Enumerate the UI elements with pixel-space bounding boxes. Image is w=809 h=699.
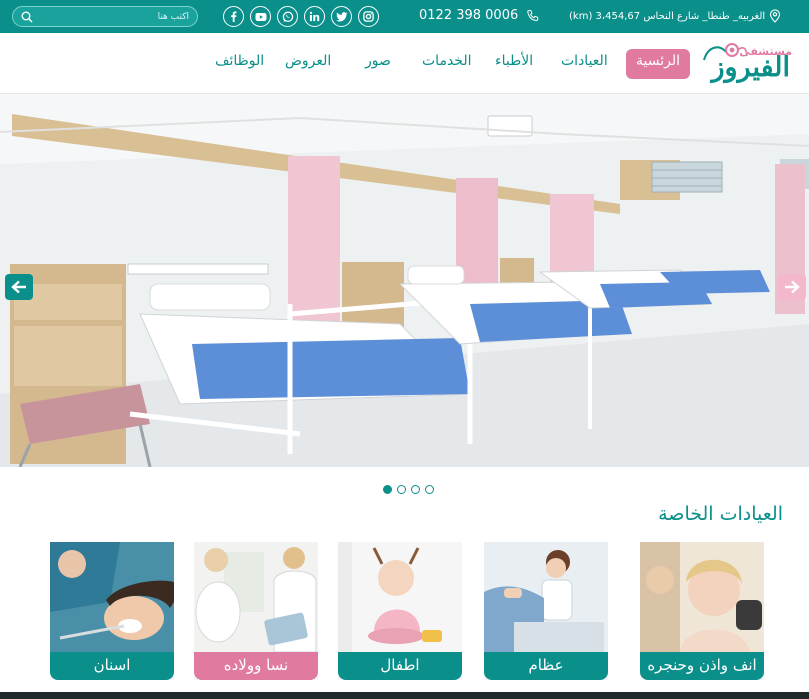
facebook-icon[interactable] <box>223 6 244 27</box>
search-icon[interactable] <box>21 11 33 23</box>
nav-photos[interactable]: صور <box>365 53 391 69</box>
clinic-card-ent[interactable]: انف واذن وحنجره <box>640 542 764 680</box>
nav-clinics[interactable]: العيادات <box>561 53 608 69</box>
section-title-special-clinics: العيادات الخاصة <box>658 503 783 525</box>
hospital-ward-image <box>0 94 809 467</box>
address-text: الغربيه_ طنطا_ شارع النحاس 3،454,67 (km) <box>569 10 766 22</box>
main-header: مستشفى الفيروز الرئسية العيادات الأطباء … <box>0 33 809 94</box>
whatsapp-icon[interactable] <box>277 6 298 27</box>
clinic-card-orthopedics[interactable]: عظام <box>484 542 608 680</box>
location-pin-icon <box>770 9 781 23</box>
hero-slider[interactable] <box>0 94 809 467</box>
address: الغربيه_ طنطا_ شارع النحاس 3،454,67 (km) <box>569 9 781 23</box>
phone-icon <box>527 9 539 21</box>
nav-services[interactable]: الخدمات <box>422 53 472 69</box>
clinic-card-dentistry[interactable]: اسنان <box>50 542 174 680</box>
hospital-logo[interactable]: مستشفى الفيروز <box>698 36 794 90</box>
clinic-label-obstetrics: نسا وولاده <box>194 652 318 680</box>
instagram-icon[interactable] <box>358 6 379 27</box>
phone-number[interactable]: 0122 398 0006 <box>419 8 518 23</box>
slider-dots <box>383 485 434 494</box>
obstetrics-photo <box>194 542 318 652</box>
clinic-label-orthopedics: عظام <box>484 652 608 680</box>
slider-dot-2[interactable] <box>397 485 406 494</box>
phone-contact[interactable]: 0122 398 0006 <box>419 8 540 23</box>
slider-dot-3[interactable] <box>411 485 420 494</box>
logo-title: الفيروز <box>711 52 790 83</box>
pediatrics-photo <box>338 542 462 652</box>
clinic-card-obstetrics[interactable]: نسا وولاده <box>194 542 318 680</box>
slider-dot-1[interactable] <box>383 485 392 494</box>
dentistry-photo <box>50 542 174 652</box>
slider-prev-button[interactable] <box>5 274 33 300</box>
nav-home[interactable]: الرئسية <box>626 49 690 79</box>
clinic-label-pediatrics: اطفال <box>338 652 462 680</box>
twitter-icon[interactable] <box>331 6 352 27</box>
bottom-strip <box>0 692 809 699</box>
clinic-card-pediatrics[interactable]: اطفال <box>338 542 462 680</box>
nav-jobs[interactable]: الوظائف <box>215 53 264 69</box>
search-input[interactable] <box>33 11 189 22</box>
youtube-icon[interactable] <box>250 6 271 27</box>
search-box <box>12 6 198 27</box>
linkedin-icon[interactable] <box>304 6 325 27</box>
nav-offers[interactable]: العروض <box>285 53 331 69</box>
orthopedics-photo <box>484 542 608 652</box>
ent-photo <box>640 542 764 652</box>
slider-next-button[interactable] <box>778 274 806 300</box>
arrow-right-icon <box>785 280 800 294</box>
nav-doctors[interactable]: الأطباء <box>495 53 533 69</box>
top-bar: 0122 398 0006 الغربيه_ طنطا_ شارع النحاس… <box>0 0 809 33</box>
social-links <box>223 6 379 27</box>
clinic-label-ent: انف واذن وحنجره <box>640 652 764 680</box>
slider-dot-4[interactable] <box>425 485 434 494</box>
clinic-label-dentistry: اسنان <box>50 652 174 680</box>
arrow-left-icon <box>11 280 26 294</box>
